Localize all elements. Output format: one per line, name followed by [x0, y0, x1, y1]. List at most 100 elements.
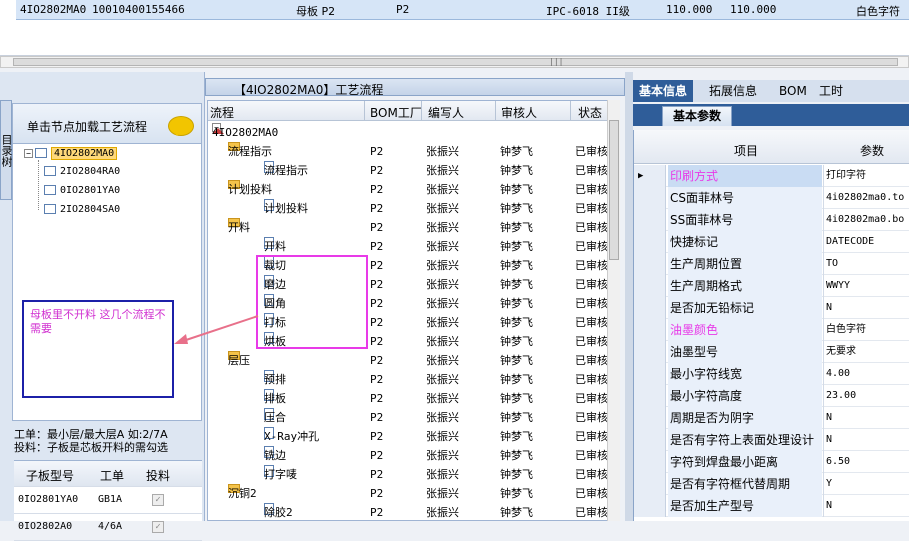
param-row[interactable]: 字符到焊盘最小距离 6.50	[634, 451, 909, 473]
param-row[interactable]: 是否有字符框代替周期 Y	[634, 473, 909, 495]
tree-root-row[interactable]: −4IO2802MA0	[208, 123, 619, 142]
param-value[interactable]: 打印字符	[823, 165, 909, 187]
vertical-scrollbar[interactable]	[607, 100, 620, 521]
col-flow[interactable]: 流程	[210, 104, 234, 121]
flow-row[interactable]: −沉铜2P2张振兴钟梦飞已审核	[208, 484, 619, 503]
param-value[interactable]: 无要求	[823, 341, 909, 363]
feeding-checkbox[interactable]: ✓	[152, 494, 164, 506]
tab-extended-info[interactable]: 拓展信息	[703, 80, 763, 102]
flow-status: 已审核	[575, 468, 608, 481]
param-row[interactable]: SS面菲林号 4i02802ma0.bo	[634, 209, 909, 231]
scrollbar-thumb[interactable]	[609, 120, 619, 260]
flow-name: 排板	[264, 392, 286, 405]
param-row[interactable]: 最小字符线宽 4.00	[634, 363, 909, 385]
highlight-box	[256, 255, 368, 349]
tree-node[interactable]: 2IO2804SA0	[44, 202, 120, 218]
flow-row[interactable]: −层压P2张振兴钟梦飞已审核	[208, 351, 619, 370]
param-row[interactable]: 最小字符高度 23.00	[634, 385, 909, 407]
param-row[interactable]: 快捷标记 DATECODE	[634, 231, 909, 253]
param-value[interactable]: 23.00	[823, 385, 909, 407]
flow-row[interactable]: −计划投料P2张振兴钟梦飞已审核	[208, 180, 619, 199]
param-row[interactable]: ▶ 印刷方式 打印字符	[634, 165, 909, 187]
flow-reviewer: 钟梦飞	[500, 145, 533, 158]
param-row[interactable]: CS面菲林号 4i02802ma0.to	[634, 187, 909, 209]
col-feeding: 投料	[146, 469, 171, 483]
param-value[interactable]: N	[823, 407, 909, 429]
param-value[interactable]: WWYY	[823, 275, 909, 297]
param-value[interactable]: N	[823, 429, 909, 451]
param-value[interactable]: 6.50	[823, 451, 909, 473]
param-value[interactable]: 白色字符	[823, 319, 909, 341]
flow-row[interactable]: 预排 P2 张振兴 钟梦飞 已审核	[208, 370, 619, 389]
param-row[interactable]: 油墨型号 无要求	[634, 341, 909, 363]
flow-row[interactable]: 压合 P2 张振兴 钟梦飞 已审核	[208, 408, 619, 427]
horizontal-scrollbar[interactable]: |||	[0, 56, 909, 68]
flow-row[interactable]: 除胶2 P2 张振兴 钟梦飞 已审核	[208, 503, 619, 520]
col-status[interactable]: 状态	[578, 104, 602, 121]
flow-row[interactable]: 打字唛 P2 张振兴 钟梦飞 已审核	[208, 465, 619, 484]
flow-reviewer: 钟梦飞	[500, 297, 533, 310]
param-value[interactable]: 4.00	[823, 363, 909, 385]
flow-row[interactable]: 开料 P2 张振兴 钟梦飞 已审核	[208, 237, 619, 256]
flow-bom: P2	[370, 278, 384, 291]
tab-basic-params[interactable]: 基本参数	[662, 106, 732, 126]
tab-basic-info[interactable]: 基本信息	[633, 80, 694, 102]
col-param[interactable]: 参数	[860, 142, 884, 159]
param-value[interactable]: TO	[823, 253, 909, 275]
flow-row[interactable]: −开料P2张振兴钟梦飞已审核	[208, 218, 619, 237]
flow-status: 已审核	[575, 506, 608, 519]
flow-row[interactable]: −流程指示P2张振兴钟梦飞已审核	[208, 142, 619, 161]
param-row[interactable]: 是否加无铅标记 N	[634, 297, 909, 319]
col-reviewer[interactable]: 审核人	[501, 104, 537, 121]
param-name: 是否加生产型号	[668, 495, 822, 517]
tab-bom[interactable]: BOM	[773, 80, 813, 102]
cell-material-code: 10010400155466	[92, 3, 185, 16]
param-row[interactable]: 是否有字符上表面处理设计 N	[634, 429, 909, 451]
flow-author: 张振兴	[426, 259, 459, 272]
param-value[interactable]: N	[823, 297, 909, 319]
row-indicator	[634, 407, 666, 429]
col-author[interactable]: 编写人	[428, 104, 464, 121]
row-indicator	[634, 187, 666, 209]
feeding-checkbox[interactable]: ✓	[152, 521, 164, 533]
tab-work-hours[interactable]: 工时	[813, 80, 849, 102]
flow-bom: P2	[370, 183, 384, 196]
selected-record-row[interactable]: 4IO2802MA0 10010400155466 母板 P2 P2 IPC-6…	[0, 0, 909, 20]
param-value[interactable]: Y	[823, 473, 909, 495]
flow-row[interactable]: 计划投料 P2 张振兴 钟梦飞 已审核	[208, 199, 619, 218]
flow-status: 已审核	[575, 164, 608, 177]
param-row[interactable]: 周期是否为阴字 N	[634, 407, 909, 429]
param-row[interactable]: 生产周期格式 WWYY	[634, 275, 909, 297]
flow-row[interactable]: 排板 P2 张振兴 钟梦飞 已审核	[208, 389, 619, 408]
param-row[interactable]: 是否加生产型号 N	[634, 495, 909, 517]
param-row[interactable]: 油墨颜色 白色字符	[634, 319, 909, 341]
flow-row[interactable]: X-Ray冲孔 P2 张振兴 钟梦飞 已审核	[208, 427, 619, 446]
flow-name: 层压	[228, 354, 250, 367]
flow-row[interactable]: 流程指示 P2 张振兴 钟梦飞 已审核	[208, 161, 619, 180]
arrow-icon	[174, 315, 259, 344]
tree-node[interactable]: 0IO2801YA0	[44, 183, 120, 199]
param-value[interactable]: N	[823, 495, 909, 517]
col-bom-factory[interactable]: BOM工厂	[370, 104, 422, 121]
table-row[interactable]: 0IO2802A0 4/6A ✓	[14, 515, 202, 541]
flow-status: 已审核	[575, 240, 608, 253]
cell-width: 110.000	[730, 3, 777, 16]
panel-splitter[interactable]	[625, 72, 633, 521]
flow-author: 张振兴	[426, 316, 459, 329]
param-value[interactable]: 4i02802ma0.bo	[823, 209, 909, 231]
flow-bom: P2	[370, 430, 384, 443]
scrollbar-thumb[interactable]	[13, 58, 898, 66]
param-value[interactable]: 4i02802ma0.to	[823, 187, 909, 209]
tree-node[interactable]: 2IO2804RA0	[44, 164, 120, 180]
param-name: SS面菲林号	[668, 209, 822, 231]
collapse-icon[interactable]: −	[24, 148, 33, 158]
param-value[interactable]: DATECODE	[823, 231, 909, 253]
tab-directory-tree[interactable]: 目录树	[0, 100, 13, 200]
flow-row[interactable]: 铣边 P2 张振兴 钟梦飞 已审核	[208, 446, 619, 465]
table-row[interactable]: 0IO2801YA0 GB1A ✓	[14, 488, 202, 514]
flow-bom: P2	[370, 373, 384, 386]
flow-status: 已审核	[575, 487, 608, 500]
col-item[interactable]: 项目	[734, 142, 758, 159]
param-row[interactable]: 生产周期位置 TO	[634, 253, 909, 275]
info-text: 工单：最小层/最大层A 如:2/7A 投料：子板是芯板开料的需勾选	[14, 428, 204, 458]
